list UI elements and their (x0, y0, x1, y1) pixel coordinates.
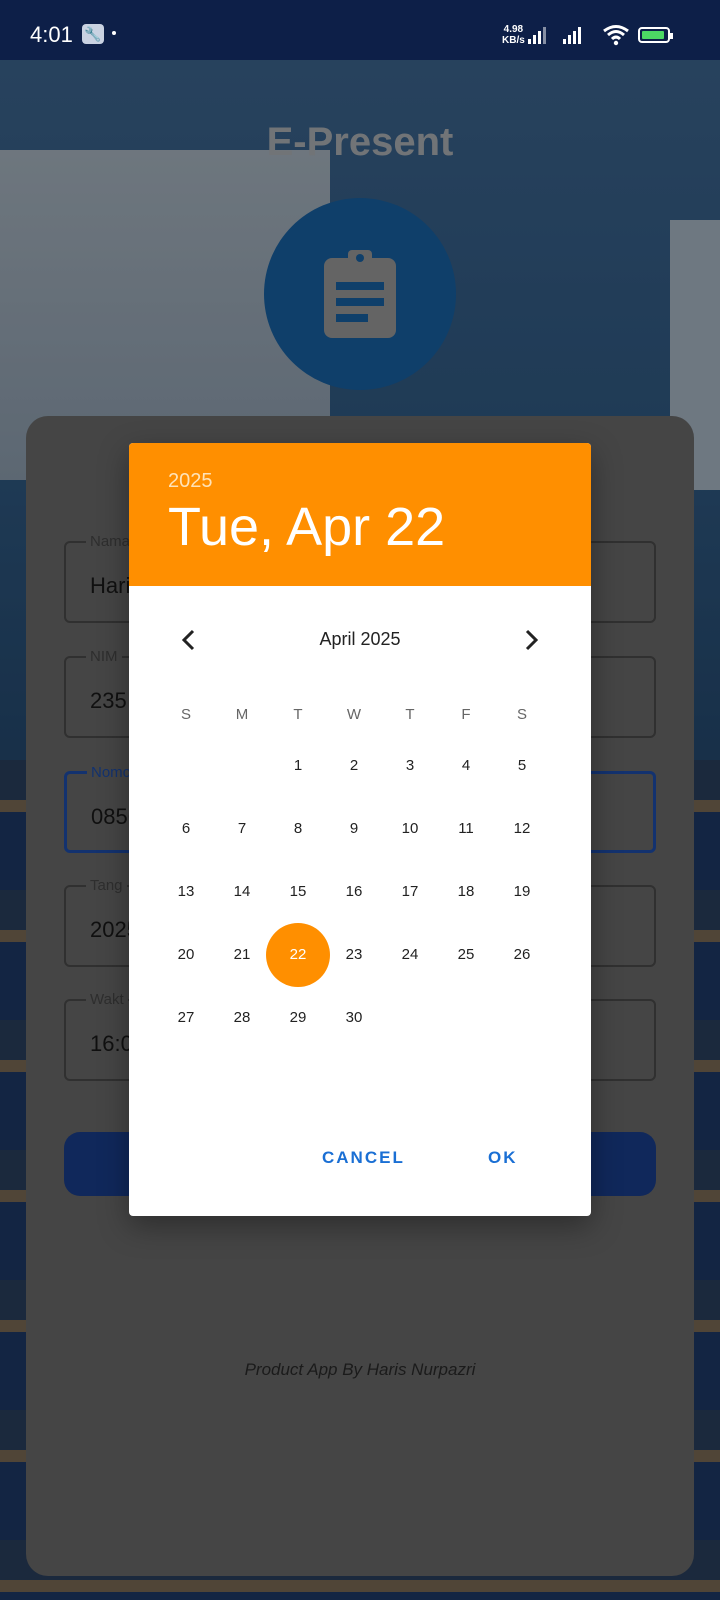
calendar-day[interactable]: 15 (266, 860, 330, 924)
wifi-icon (603, 25, 629, 46)
calendar-day[interactable]: 10 (378, 797, 442, 861)
wrench-icon: 🔧 (82, 24, 104, 44)
calendar-day[interactable]: 21 (210, 923, 274, 987)
calendar-day[interactable]: 30 (322, 986, 386, 1050)
calendar-day[interactable]: 5 (490, 734, 554, 798)
weekday-header: F (461, 706, 471, 723)
date-picker-dialog: 2025 Tue, Apr 22 April 2025 SMTWTFS 1234… (129, 443, 591, 1216)
calendar-day[interactable]: 4 (434, 734, 498, 798)
status-bar: 4:01 🔧 4.98 KB/s (0, 0, 720, 60)
calendar-day[interactable]: 29 (266, 986, 330, 1050)
status-time: 4:01 (30, 22, 73, 47)
next-month-button[interactable] (511, 620, 551, 660)
calendar-day[interactable]: 23 (322, 923, 386, 987)
calendar-day[interactable]: 20 (154, 923, 218, 987)
calendar-day[interactable]: 25 (434, 923, 498, 987)
calendar-day[interactable]: 26 (490, 923, 554, 987)
calendar-day[interactable]: 11 (434, 797, 498, 861)
calendar-day[interactable]: 3 (378, 734, 442, 798)
calendar-day[interactable]: 2 (322, 734, 386, 798)
calendar-day[interactable]: 17 (378, 860, 442, 924)
calendar-day[interactable]: 13 (154, 860, 218, 924)
calendar-day[interactable]: 6 (154, 797, 218, 861)
date-picker-header: 2025 Tue, Apr 22 (129, 443, 591, 586)
network-speed: 4.98 KB/s (502, 24, 525, 46)
signal-icon-1 (528, 26, 554, 44)
battery-icon (638, 27, 673, 43)
weekday-header: T (293, 706, 303, 723)
weekday-header: S (180, 706, 191, 723)
calendar-day[interactable]: 18 (434, 860, 498, 924)
date-picker-year[interactable]: 2025 (168, 470, 213, 493)
chevron-right-icon (525, 629, 539, 651)
weekday-header: W (346, 706, 362, 723)
calendar-day[interactable]: 28 (210, 986, 274, 1050)
cancel-button[interactable]: CANCEL (322, 1148, 405, 1168)
calendar-day[interactable]: 12 (490, 797, 554, 861)
calendar-day[interactable]: 27 (154, 986, 218, 1050)
selected-day[interactable]: 22 (266, 923, 330, 987)
ok-button[interactable]: OK (488, 1148, 518, 1168)
calendar-day[interactable]: 14 (210, 860, 274, 924)
date-picker-selected-date: Tue, Apr 22 (168, 497, 446, 557)
weekday-header: S (516, 706, 527, 723)
calendar-day[interactable]: 1 (266, 734, 330, 798)
weekday-header: M (235, 706, 249, 723)
signal-icon-2 (563, 26, 589, 44)
calendar-day[interactable]: 24 (378, 923, 442, 987)
network-speed-unit: KB/s (502, 35, 525, 46)
network-speed-value: 4.98 (503, 24, 524, 35)
calendar-day[interactable]: 7 (210, 797, 274, 861)
notification-dot-icon (112, 31, 116, 35)
calendar-day[interactable]: 8 (266, 797, 330, 861)
calendar-day[interactable]: 16 (322, 860, 386, 924)
calendar-day[interactable]: 9 (322, 797, 386, 861)
weekday-header: T (405, 706, 415, 723)
calendar-day[interactable]: 19 (490, 860, 554, 924)
